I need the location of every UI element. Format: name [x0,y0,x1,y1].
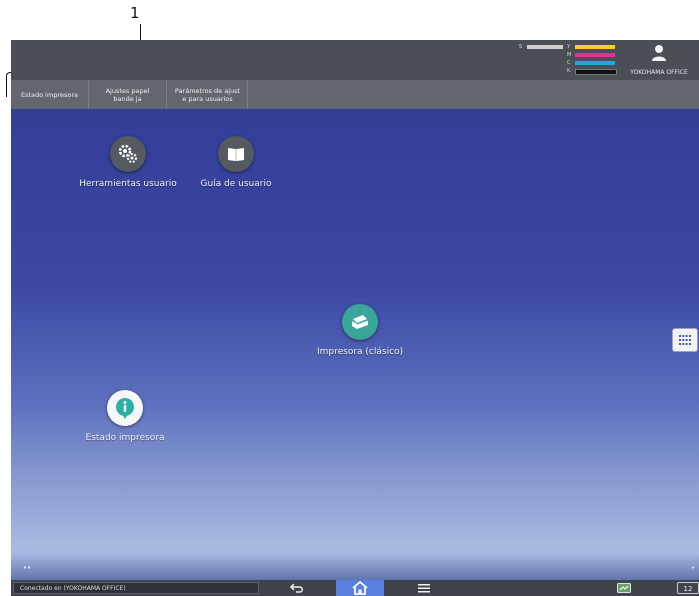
home-icon [352,581,368,595]
toner-bar-c [575,61,615,65]
book-icon [228,148,244,161]
app-label: Guía de usuario [200,179,272,189]
toner-label-y: Y [567,44,571,50]
guide-circle [218,136,254,172]
user-account-button[interactable]: YOKOHAMA OFFICE [619,40,699,80]
counter-badge: 12 [677,582,699,594]
menu-button[interactable] [415,580,433,596]
app-list-button[interactable] [672,328,698,352]
tab-estado-impresora[interactable]: Estado impresora [11,80,89,109]
toner-levels: S Y M C K [519,44,619,78]
toner-bar-m [575,53,615,57]
status-circle [107,390,143,426]
app-label: Herramientas usuario [79,179,177,189]
grid-icon [679,335,691,345]
home-button[interactable] [336,580,384,596]
app-estado-impresora[interactable]: Estado impresora [69,390,181,443]
app-herramientas-usuario[interactable]: Herramientas usuario [75,136,181,189]
tools-circle [110,136,146,172]
app-guia-usuario[interactable]: Guía de usuario [193,136,279,189]
toner-bar-k [575,69,617,75]
toner-label-c: C [567,60,571,66]
toner-bar-s [527,45,563,49]
user-icon [652,45,666,61]
app-label: Impresora (clásico) [316,347,404,357]
connection-status: Conectado en (YOKOHAMA OFFICE) [13,582,259,594]
network-status-button[interactable] [615,580,633,596]
toner-label-m: M [567,52,572,58]
tab-label: Parámetros de ajust e para usuarios [174,86,241,103]
back-button[interactable] [287,580,307,596]
page-indicator-icon: •• [23,564,32,572]
toner-bar-y [575,45,615,49]
bottom-bar: Conectado en (YOKOHAMA OFFICE) 12 [11,580,699,596]
app-label: Estado impresora [85,433,165,443]
tab-ajustes-papel[interactable]: Ajustes papel bande ja [89,80,167,109]
toner-label-s: S [519,44,523,50]
page-indicator-right-icon: • [691,564,696,572]
menu-icon [418,584,430,593]
toner-label-k: K [567,68,571,74]
tab-label: Ajustes papel bande ja [105,86,150,103]
back-arrow-icon [290,583,303,593]
callout-number: 1 [130,4,140,22]
widget-bar: Estado impresora Ajustes papel bande ja … [11,80,699,109]
network-icon [617,583,631,593]
app-impresora-clasico[interactable]: Impresora (clásico) [305,304,415,357]
gears-icon [118,144,137,163]
tab-parametros-ajuste[interactable]: Parámetros de ajust e para usuarios [168,80,248,109]
user-label: YOKOHAMA OFFICE [630,69,688,76]
home-screen: S Y M C K YOKOHAMA OFFICE Estado impreso… [11,40,699,596]
top-bar: S Y M C K YOKOHAMA OFFICE [11,40,699,80]
printer-icon [352,315,369,329]
info-icon [116,398,134,419]
tab-label: Estado impresora [20,90,78,99]
printer-circle [342,304,378,340]
